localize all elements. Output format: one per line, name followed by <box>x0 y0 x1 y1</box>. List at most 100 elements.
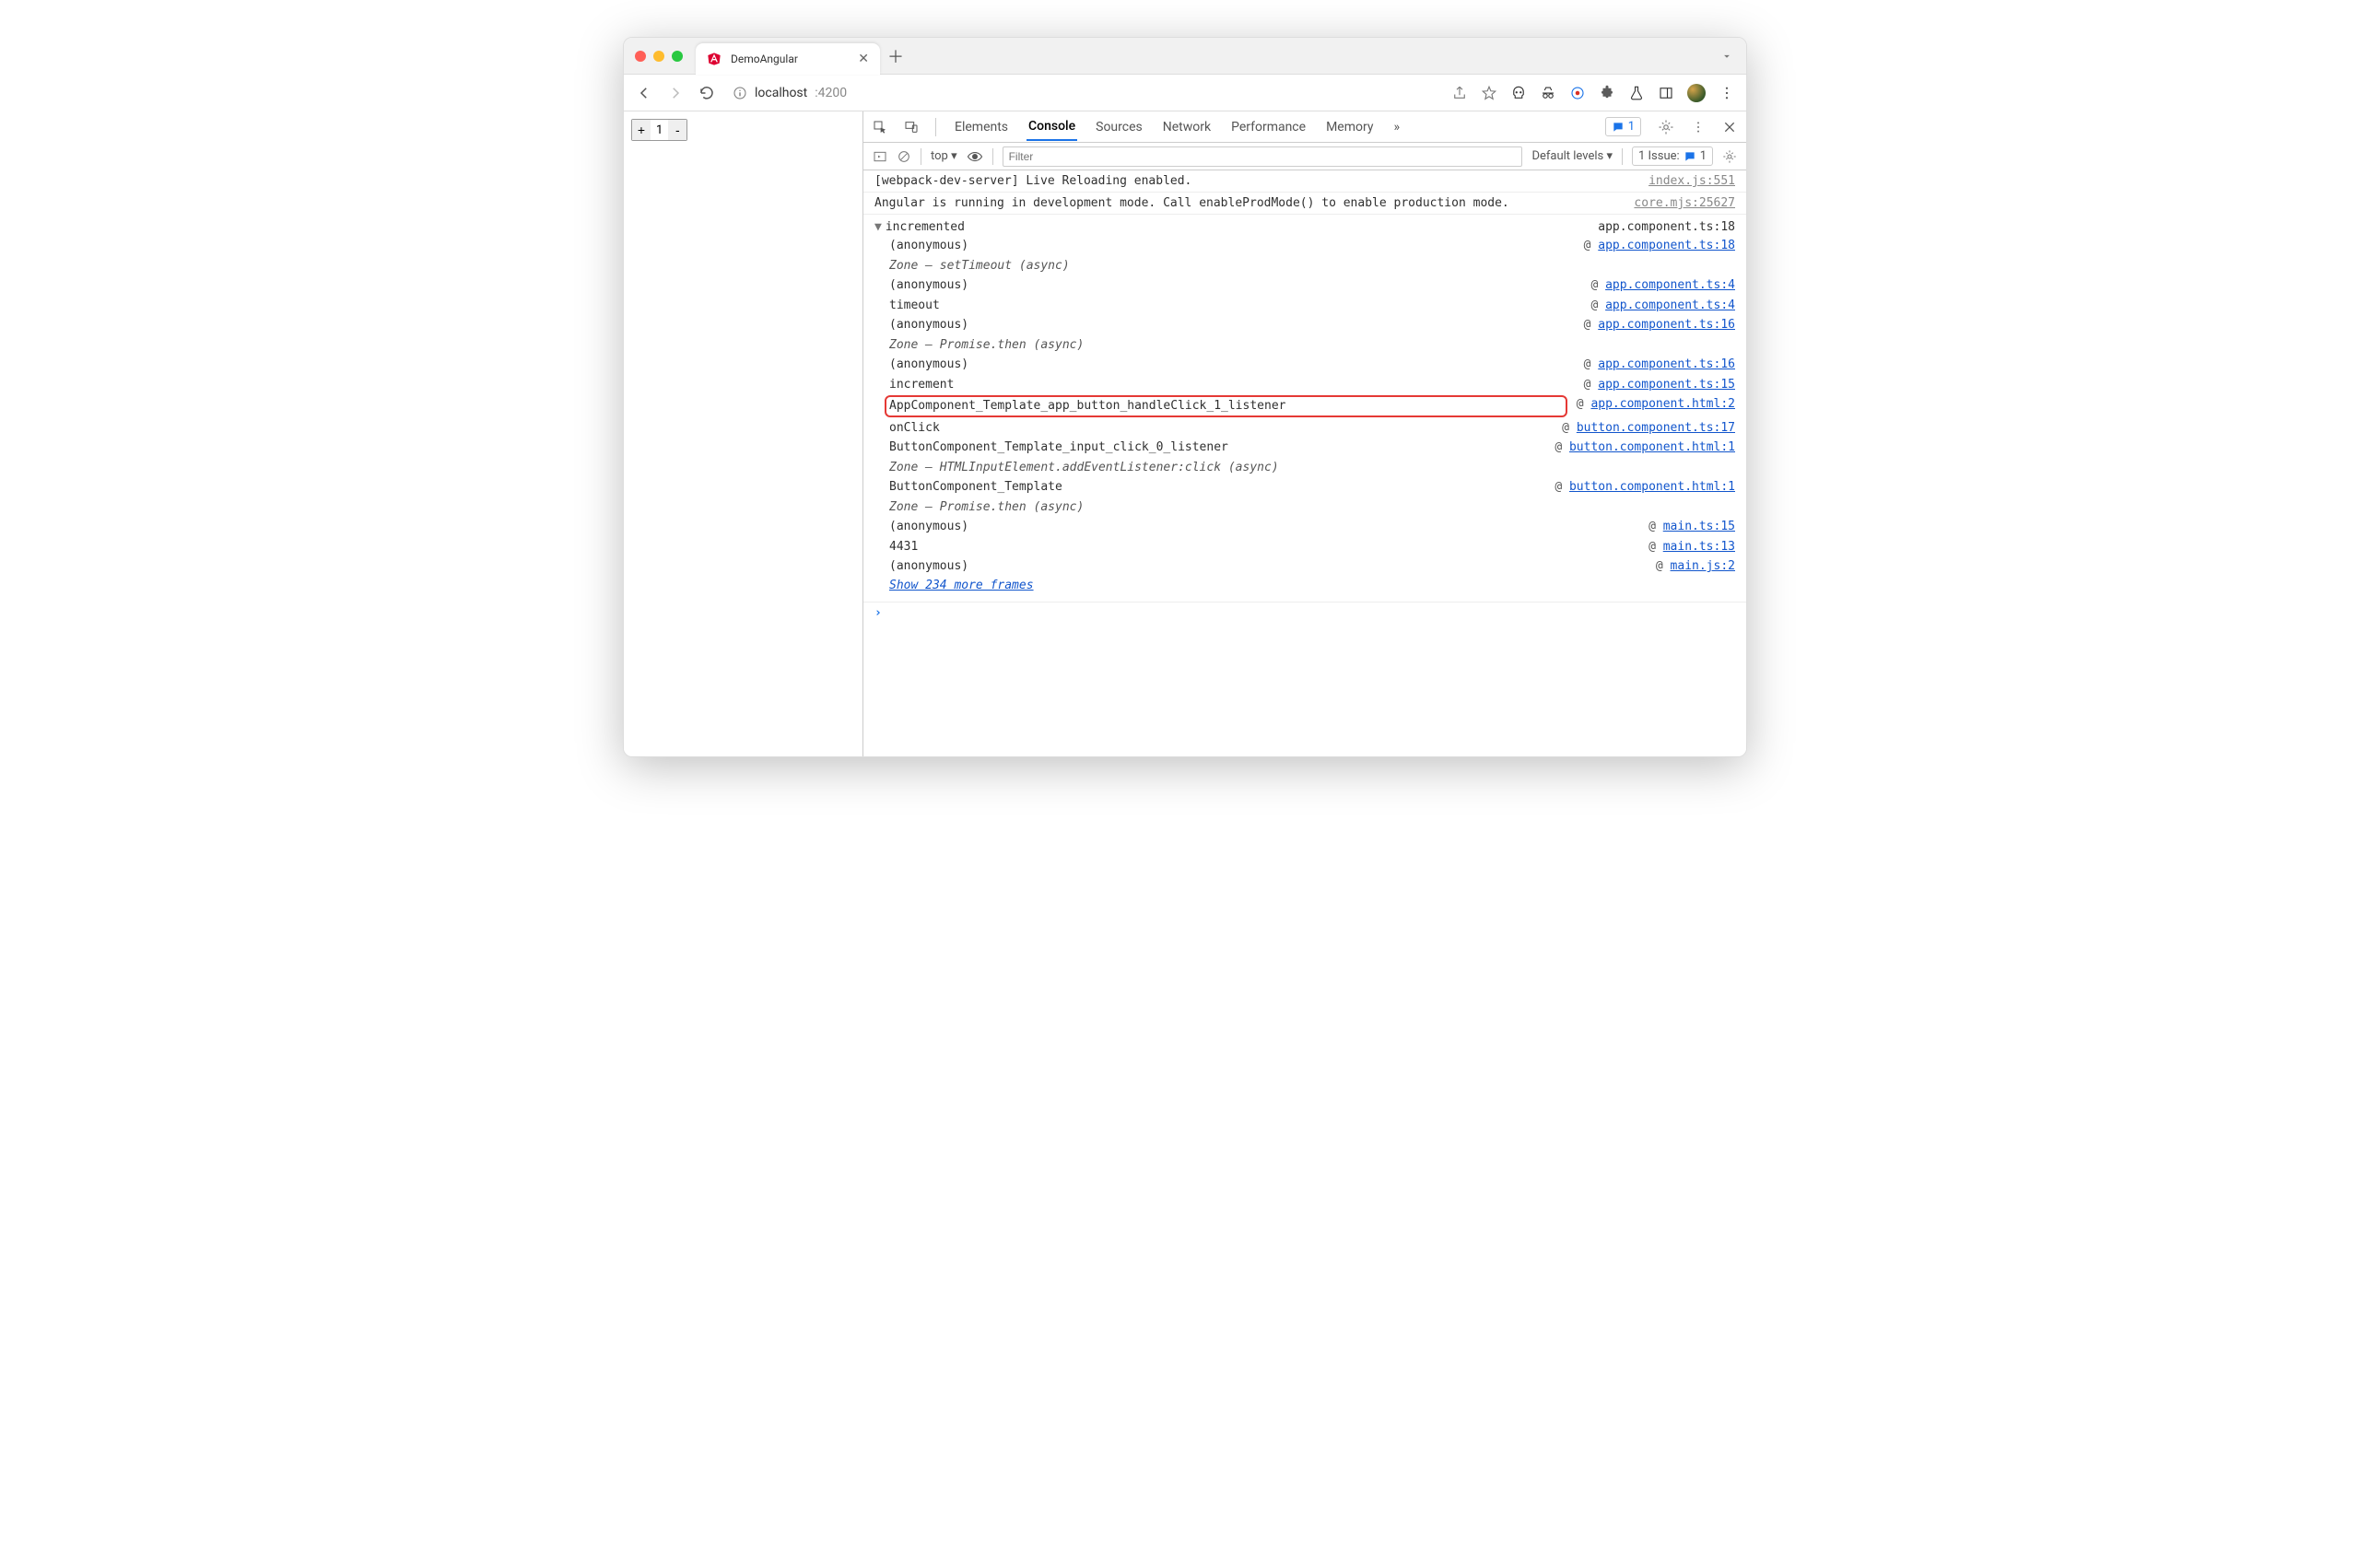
chat-icon <box>1684 150 1696 163</box>
flask-icon[interactable] <box>1628 85 1645 101</box>
trace-at: @ app.component.ts:16 <box>1584 316 1735 334</box>
info-icon <box>733 86 747 100</box>
trace-at: @ app.component.ts:4 <box>1590 276 1735 295</box>
trace-row: Zone — HTMLInputElement.addEventListener… <box>863 458 1746 478</box>
forward-button[interactable] <box>666 84 685 102</box>
source-link[interactable]: app.component.ts:15 <box>1598 378 1735 392</box>
extensions-icon[interactable] <box>1599 85 1615 101</box>
source-link[interactable]: app.component.ts:18 <box>1598 239 1735 252</box>
log-line: Angular is running in development mode. … <box>863 193 1746 215</box>
trace-row: Zone — Promise.then (async) <box>863 497 1746 518</box>
source-link[interactable]: button.component.html:1 <box>1569 440 1735 454</box>
star-icon[interactable] <box>1481 85 1497 101</box>
trace-header[interactable]: ▼incremented app.component.ts:18 <box>863 218 1746 236</box>
source-link[interactable]: button.component.ts:17 <box>1577 421 1735 435</box>
trace-at: @ main.js:2 <box>1656 557 1735 576</box>
url-host: localhost <box>755 86 807 100</box>
decrement-button[interactable]: - <box>668 120 686 140</box>
tabs-dropdown-icon[interactable] <box>1720 50 1733 63</box>
tab-memory[interactable]: Memory <box>1324 114 1375 140</box>
extension-badge-icon[interactable] <box>1569 85 1586 101</box>
trace-function: (anonymous) <box>889 557 1647 576</box>
skull-icon[interactable] <box>1510 85 1527 101</box>
kebab-menu-icon[interactable] <box>1719 85 1735 101</box>
trace-row: ButtonComponent_Template_input_click_0_l… <box>863 438 1746 458</box>
device-toggle-icon[interactable] <box>904 120 919 135</box>
trace-at: @ app.component.ts:4 <box>1590 297 1735 315</box>
issues-badge[interactable]: 1 <box>1605 117 1641 136</box>
trace-function: increment <box>889 376 1575 394</box>
devtools-settings-icon[interactable] <box>1658 119 1674 135</box>
trace-at: @ button.component.html:1 <box>1555 478 1735 497</box>
close-tab-button[interactable]: ✕ <box>858 52 869 66</box>
trace-row: (anonymous)@ app.component.ts:18 <box>863 236 1746 256</box>
source-link[interactable]: app.component.html:2 <box>1590 397 1735 411</box>
context-selector[interactable]: top ▾ <box>931 149 957 163</box>
maximize-window-button[interactable] <box>672 51 683 62</box>
trace-row: timeout @ app.component.ts:4 <box>863 296 1746 316</box>
source-link[interactable]: app.component.ts:16 <box>1598 318 1735 332</box>
source-link[interactable]: main.js:2 <box>1671 559 1735 573</box>
clear-console-icon[interactable] <box>897 149 911 164</box>
log-line: [webpack-dev-server] Live Reloading enab… <box>863 170 1746 193</box>
source-link[interactable]: core.mjs:25627 <box>1634 196 1735 210</box>
tab-console[interactable]: Console <box>1027 113 1077 141</box>
trace-function: timeout <box>889 297 1581 315</box>
tab-network[interactable]: Network <box>1161 114 1213 140</box>
inspect-icon[interactable] <box>873 120 887 135</box>
trace-at: @ app.component.ts:15 <box>1584 376 1735 394</box>
page-viewport: + 1 - <box>624 111 863 756</box>
browser-tab[interactable]: DemoAngular ✕ <box>696 43 880 75</box>
trace-row: AppComponent_Template_app_button_handleC… <box>863 394 1746 418</box>
back-button[interactable] <box>635 84 653 102</box>
source-link[interactable]: app.component.ts:16 <box>1598 357 1735 371</box>
counter-value: 1 <box>651 123 668 137</box>
tabs-overflow[interactable]: » <box>1391 114 1402 140</box>
source-link[interactable]: button.component.html:1 <box>1569 480 1735 494</box>
trace-function: ButtonComponent_Template <box>889 478 1545 497</box>
live-expression-icon[interactable] <box>967 148 983 165</box>
trace-row: onClick@ button.component.ts:17 <box>863 418 1746 439</box>
devtools-kebab-icon[interactable] <box>1691 120 1706 135</box>
trace-at: @ main.ts:13 <box>1648 538 1735 556</box>
new-tab-button[interactable]: ＋ <box>887 44 904 68</box>
traffic-lights <box>635 51 683 62</box>
share-icon[interactable] <box>1451 85 1468 101</box>
source-link[interactable]: main.ts:13 <box>1663 540 1735 554</box>
trace-function: ButtonComponent_Template_input_click_0_l… <box>889 439 1545 457</box>
source-link[interactable]: app.component.ts:4 <box>1605 278 1735 292</box>
incognito-icon[interactable] <box>1540 85 1556 101</box>
filter-input[interactable] <box>1003 146 1523 167</box>
devtools-close-icon[interactable] <box>1722 120 1737 135</box>
stack-trace: ▼incremented app.component.ts:18 (anonym… <box>863 215 1746 603</box>
trace-function: Zone — HTMLInputElement.addEventListener… <box>889 459 1735 477</box>
toolbar-right <box>1451 84 1735 102</box>
profile-avatar[interactable] <box>1687 84 1706 102</box>
source-link[interactable]: main.ts:15 <box>1663 520 1735 533</box>
reload-button[interactable] <box>698 84 716 102</box>
source-link[interactable]: index.js:551 <box>1648 174 1735 188</box>
trace-at: @ app.component.html:2 <box>1577 395 1735 417</box>
trace-function: (anonymous) <box>889 518 1639 536</box>
console-settings-icon[interactable] <box>1722 149 1737 164</box>
console-prompt[interactable]: › <box>863 603 1746 624</box>
source-link[interactable]: app.component.ts:4 <box>1605 298 1735 312</box>
console-sidebar-toggle-icon[interactable] <box>873 149 887 164</box>
panel-icon[interactable] <box>1658 85 1674 101</box>
tab-performance[interactable]: Performance <box>1229 114 1308 140</box>
show-more-frames[interactable]: Show 234 more frames <box>863 577 1746 598</box>
increment-button[interactable]: + <box>632 120 651 140</box>
log-levels-selector[interactable]: Default levels ▾ <box>1531 149 1613 163</box>
content-area: + 1 - Elements Console Sources Network P… <box>624 111 1746 756</box>
trace-row: (anonymous) @ main.js:2 <box>863 556 1746 577</box>
trace-function: (anonymous) <box>889 316 1575 334</box>
tab-elements[interactable]: Elements <box>953 114 1010 140</box>
source-link[interactable]: app.component.ts:18 <box>1598 220 1735 234</box>
tab-sources[interactable]: Sources <box>1094 114 1144 140</box>
url-bar[interactable]: localhost:4200 <box>729 86 1438 100</box>
trace-function: (anonymous) <box>889 237 1575 255</box>
close-window-button[interactable] <box>635 51 646 62</box>
disclosure-triangle-icon[interactable]: ▼ <box>874 220 882 234</box>
issues-pill[interactable]: 1 Issue: 1 <box>1632 146 1713 166</box>
minimize-window-button[interactable] <box>653 51 664 62</box>
